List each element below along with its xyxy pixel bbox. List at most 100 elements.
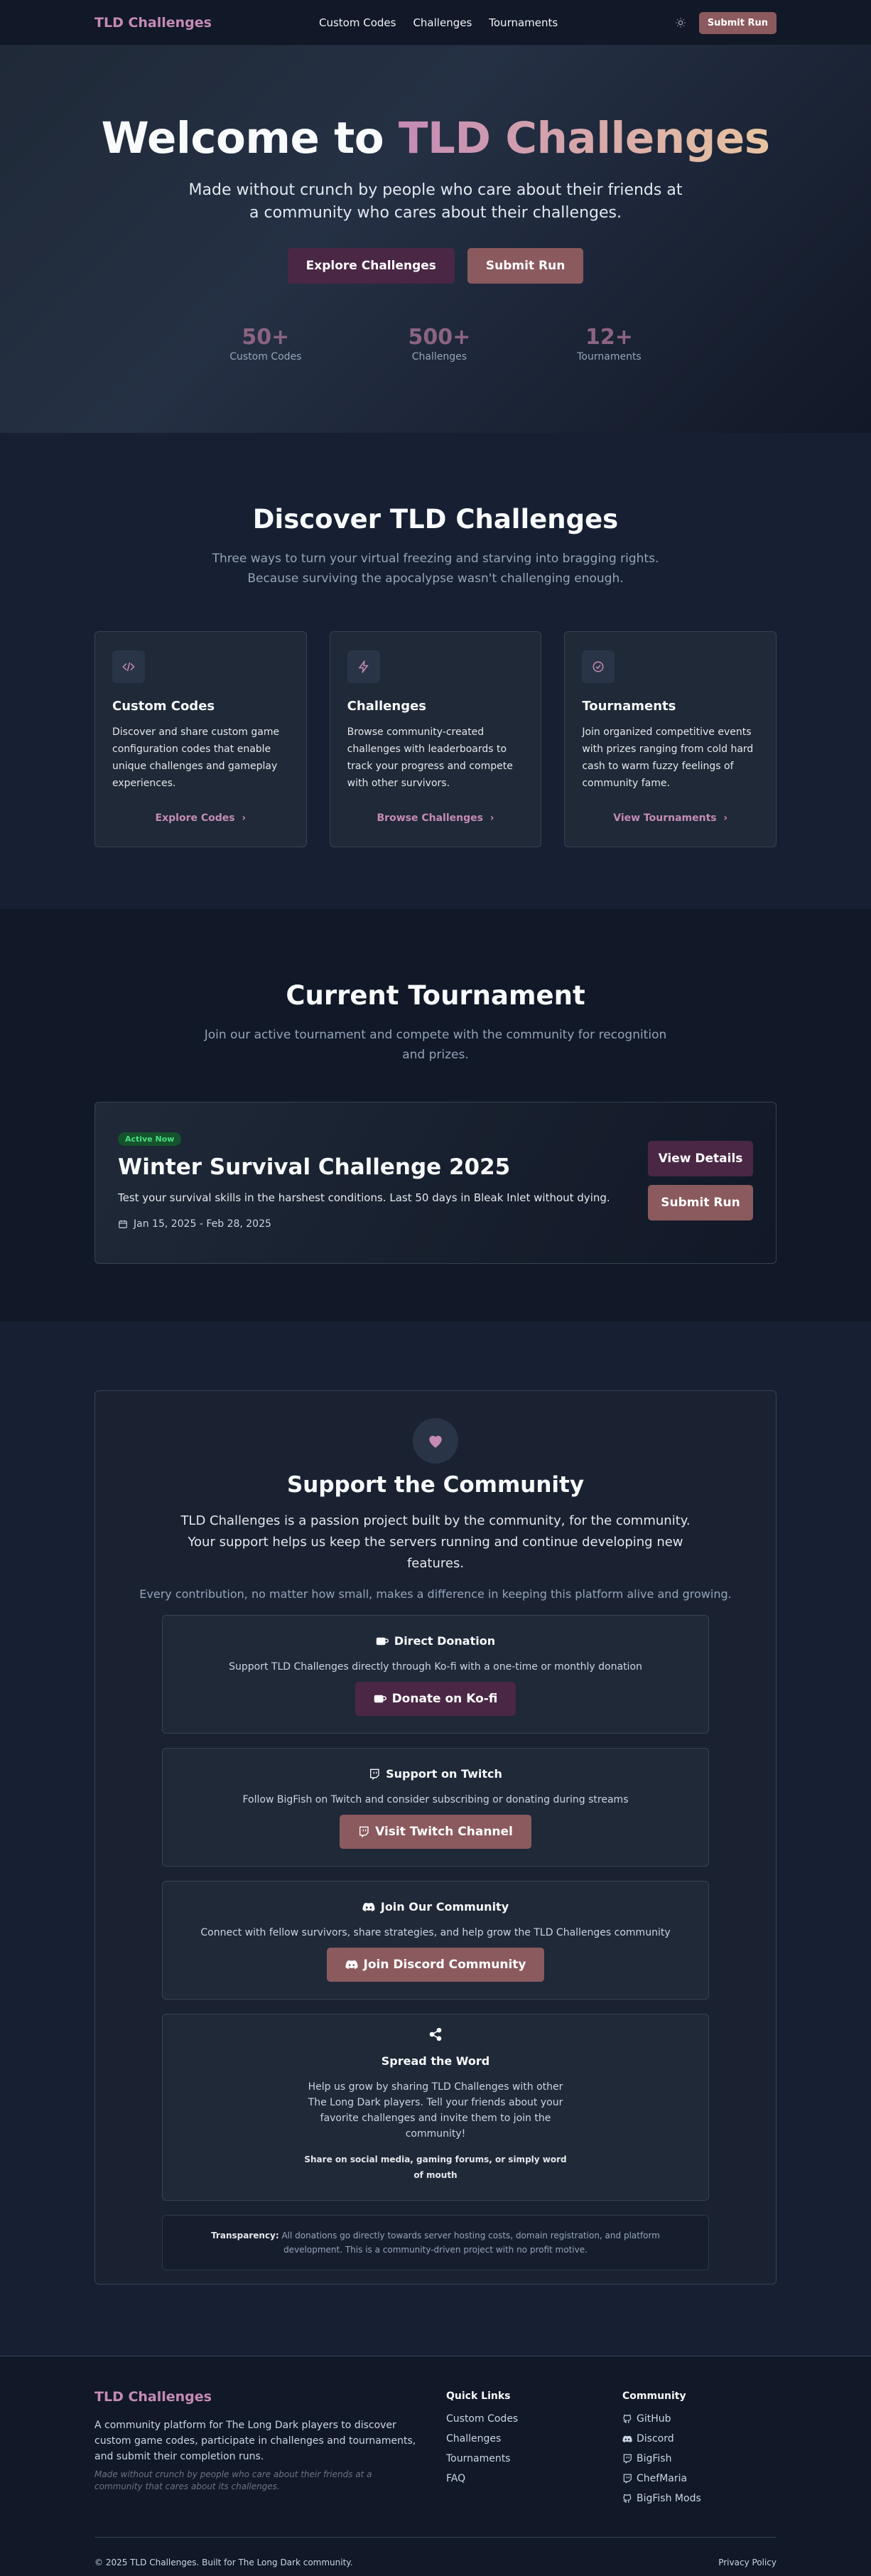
discord-icon [622, 2435, 632, 2443]
link-label: ChefMaria [637, 2473, 688, 2484]
hero-title-plain: Welcome to [101, 113, 399, 163]
stat-custom-codes: 50+ Custom Codes [229, 325, 301, 363]
card-text: Discover and share custom game configura… [112, 726, 280, 789]
code-icon [112, 650, 145, 683]
stat-label: Challenges [411, 351, 467, 363]
option-text: Follow BigFish on Twitch and consider su… [242, 1794, 629, 1805]
discover-subtitle: Three ways to turn your virtual freezing… [212, 552, 659, 586]
footer-link-faq[interactable]: FAQ [446, 2473, 465, 2484]
card-custom-codes: Custom Codes Discover and share custom g… [94, 631, 307, 847]
footer-brand[interactable]: TLD Challenges [94, 2389, 446, 2405]
kofi-icon [376, 1636, 389, 1646]
chevron-right-icon: › [486, 812, 494, 824]
card-title: Tournaments [582, 699, 676, 714]
donate-kofi-button[interactable]: Donate on Ko-fi [355, 1682, 516, 1716]
heart-icon [413, 1418, 458, 1464]
transparency-text: All donations go directly towards server… [278, 2231, 660, 2255]
option-title-text: Support on Twitch [386, 1767, 502, 1781]
footer-link-chefmaria[interactable]: ChefMaria [622, 2469, 701, 2489]
footer-link-bigfish[interactable]: BigFish [622, 2449, 701, 2469]
chevron-right-icon: › [720, 812, 728, 824]
link-label: BigFish Mods [637, 2493, 701, 2504]
sun-icon[interactable] [675, 17, 686, 28]
view-tournaments-link[interactable]: View Tournaments › [565, 812, 776, 824]
button-label: Visit Twitch Channel [375, 1825, 513, 1839]
option-title-text: Join Our Community [380, 1900, 509, 1914]
support-lead: TLD Challenges is a passion project buil… [180, 1513, 691, 1571]
footer-about: TLD Challenges A community platform for … [94, 2389, 446, 2508]
footer: TLD Challenges A community platform for … [0, 2356, 871, 2576]
quick-links-title: Quick Links [446, 2390, 511, 2402]
github-icon [622, 2494, 632, 2503]
stat-tournaments: 12+ Tournaments [577, 325, 641, 363]
option-text: Connect with fellow survivors, share str… [200, 1927, 671, 1938]
twitch-icon [622, 2474, 632, 2484]
chevron-right-icon: › [238, 812, 247, 824]
option-title: Join Our Community [163, 1900, 708, 1914]
community-title: Community [622, 2390, 686, 2402]
footer-quick-links: Quick Links Custom Codes Challenges Tour… [446, 2389, 622, 2508]
card-tournaments: Tournaments Join organized competitive e… [564, 631, 777, 847]
browse-challenges-link[interactable]: Browse Challenges › [330, 812, 541, 824]
link-label: View Tournaments [613, 812, 717, 824]
status-badge: Active Now [118, 1132, 182, 1146]
stats-row: 50+ Custom Codes 500+ Challenges 12+ Tourna… [0, 325, 871, 363]
link-label: Explore Codes [155, 812, 235, 824]
explore-codes-link[interactable]: Explore Codes › [95, 812, 306, 824]
tournament-section-title: Current Tournament [286, 980, 585, 1011]
hero-submit-run-button[interactable]: Submit Run [467, 248, 584, 284]
hero-section: Welcome to TLD Challenges Made without c… [0, 45, 871, 433]
option-text: Support TLD Challenges directly through … [229, 1661, 642, 1673]
discord-icon [345, 1960, 358, 1970]
stat-label: Tournaments [577, 351, 642, 363]
nav-link-challenges[interactable]: Challenges [413, 16, 472, 29]
footer-link-challenges[interactable]: Challenges [446, 2433, 501, 2444]
footer-link-github[interactable]: GitHub [622, 2409, 701, 2429]
brand-logo[interactable]: TLD Challenges [94, 15, 212, 31]
card-text: Join organized competitive events with p… [582, 726, 754, 789]
link-label: Browse Challenges [377, 812, 483, 824]
nav-submit-run-button[interactable]: Submit Run [698, 11, 777, 34]
stat-label: Custom Codes [229, 351, 302, 363]
join-discord-button[interactable]: Join Discord Community [326, 1948, 545, 1982]
link-label: BigFish [637, 2453, 672, 2464]
footer-link-bigfish-mods[interactable]: BigFish Mods [622, 2489, 701, 2508]
discord-option: Join Our Community Connect with fellow s… [162, 1881, 709, 2000]
tournament-submit-run-button[interactable]: Submit Run [648, 1185, 753, 1220]
footer-link-tournaments[interactable]: Tournaments [446, 2453, 510, 2464]
share-icon [163, 2027, 708, 2041]
option-title-text: Direct Donation [394, 1634, 496, 1648]
transparency-label: Transparency: [211, 2231, 279, 2240]
nav-link-custom-codes[interactable]: Custom Codes [319, 16, 396, 29]
option-text: Help us grow by sharing TLD Challenges w… [308, 2081, 563, 2140]
link-label: GitHub [637, 2413, 671, 2425]
card-text: Browse community-created challenges with… [347, 726, 513, 789]
footer-link-custom-codes[interactable]: Custom Codes [446, 2413, 518, 2425]
option-title: Support on Twitch [163, 1767, 708, 1781]
privacy-policy-link[interactable]: Privacy Policy [718, 2558, 777, 2567]
tournament-card: Active Now Winter Survival Challenge 202… [94, 1102, 777, 1264]
copyright: © 2025 TLD Challenges. Built for The Lon… [94, 2558, 353, 2567]
hero-title-accent: TLD Challenges [398, 113, 770, 163]
button-label: Donate on Ko-fi [391, 1692, 498, 1706]
kofi-icon [374, 1694, 386, 1704]
card-title: Challenges [347, 699, 427, 714]
footer-note: Made without crunch by people who care a… [94, 2469, 372, 2491]
explore-challenges-button[interactable]: Explore Challenges [287, 248, 455, 284]
option-title: Direct Donation [163, 1634, 708, 1648]
stat-challenges: 500+ Challenges [408, 325, 470, 363]
check-circle-icon [582, 650, 615, 683]
visit-twitch-button[interactable]: Visit Twitch Channel [340, 1815, 531, 1849]
footer-link-discord[interactable]: Discord [622, 2429, 701, 2449]
stat-number: 50+ [242, 325, 290, 350]
share-option: Spread the Word Help us grow by sharing … [162, 2014, 709, 2201]
discover-title: Discover TLD Challenges [252, 504, 619, 535]
view-details-button[interactable]: View Details [648, 1141, 753, 1176]
date-range: Jan 15, 2025 - Feb 28, 2025 [134, 1218, 271, 1230]
card-challenges: Challenges Browse community-created chal… [329, 631, 542, 847]
donation-option: Direct Donation Support TLD Challenges d… [162, 1615, 709, 1734]
twitch-icon [369, 1769, 380, 1780]
stat-number: 500+ [408, 325, 471, 350]
tournament-section-subtitle: Join our active tournament and compete w… [204, 1028, 667, 1062]
nav-link-tournaments[interactable]: Tournaments [489, 16, 558, 29]
